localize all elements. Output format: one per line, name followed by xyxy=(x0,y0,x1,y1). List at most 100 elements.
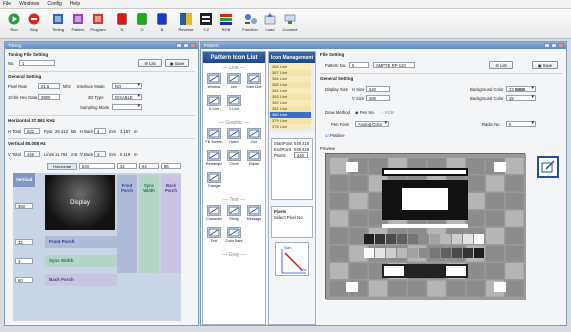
toolbar-pattern-button[interactable]: Pattern xyxy=(68,12,88,32)
pattern-icon-circle[interactable] xyxy=(227,150,241,161)
preview-gray-step xyxy=(408,248,418,258)
pattern-list-button[interactable]: ☰ List xyxy=(489,61,513,69)
toolbar-g-button[interactable]: G xyxy=(132,12,152,32)
pattern-icon-string[interactable] xyxy=(227,205,241,216)
pattern-icon-fill-screen[interactable] xyxy=(207,128,221,139)
minimize-button[interactable] xyxy=(544,43,550,48)
interlace-select[interactable]: NO xyxy=(112,83,142,89)
pattern-icon-dot[interactable] xyxy=(247,128,261,139)
draw-opt-pen[interactable]: ◉ Pen No xyxy=(355,110,374,115)
menu-help[interactable]: Help xyxy=(70,1,80,7)
toolbar-reverse-button[interactable]: Reverse xyxy=(176,12,196,32)
v-size-input[interactable]: 480 xyxy=(366,95,390,101)
edit-preview-button[interactable] xyxy=(537,156,559,178)
maximize-button[interactable] xyxy=(183,43,189,48)
diag-v-front-input[interactable]: 32 xyxy=(15,239,33,245)
toolbar-program-button[interactable]: Program xyxy=(88,12,108,32)
v-total-label: V Total xyxy=(8,152,21,157)
pattern-file-section: File Setting xyxy=(320,52,345,57)
pattern-no-input[interactable]: 5 xyxy=(349,62,369,68)
menu-config[interactable]: Config xyxy=(47,1,61,7)
timing-list-button[interactable]: ☰ List xyxy=(138,59,162,67)
stop-icon xyxy=(28,12,41,25)
diag-front-porch-col: Front Porch xyxy=(117,175,137,273)
diag-v-display-input[interactable]: 350 xyxy=(15,203,33,209)
timing-no-input[interactable]: 1 xyxy=(19,60,55,66)
timing-icon xyxy=(52,12,65,25)
close-button[interactable] xyxy=(558,43,564,48)
toolbar-rgb-button[interactable]: RGB xyxy=(216,12,236,32)
toolbar-connect-button[interactable]: Connect xyxy=(280,12,300,32)
pixel-rate-input[interactable]: 31.5 xyxy=(38,83,60,89)
positive-checkbox[interactable]: ☑ Positive xyxy=(325,133,345,138)
toolbar-function-button[interactable]: Function xyxy=(240,12,260,32)
draw-opt-rgb[interactable]: ○ RGB xyxy=(381,110,394,115)
pattern-icon-ellipse[interactable] xyxy=(247,150,261,161)
pattern-icon-list: Pattern Icon List — Line — Window Line Star… xyxy=(202,51,266,325)
pattern-icon-h-line[interactable] xyxy=(207,95,221,106)
diag-v-back-input[interactable]: 60 xyxy=(15,277,33,283)
close-button[interactable] xyxy=(190,43,196,48)
preview-cell xyxy=(349,193,368,209)
toolbar-timing-button[interactable]: Timing xyxy=(48,12,68,32)
pattern-icon-color-bars[interactable] xyxy=(227,227,241,238)
pattern-icon-text[interactable] xyxy=(207,227,221,238)
pattern-window-titlebar[interactable]: Pattern xyxy=(201,42,566,49)
menu-windows[interactable]: Windows xyxy=(19,1,39,7)
preview-gray-step xyxy=(452,234,462,244)
timing-save-button[interactable]: ▣ Save xyxy=(165,59,189,67)
pattern-icon-label: Fill Screen xyxy=(205,140,223,144)
toolbar-y-z-button[interactable]: Y-Z xyxy=(196,12,216,32)
bg-color2-select[interactable]: 15 xyxy=(506,95,536,101)
preview-gray-step xyxy=(419,248,429,258)
diag-h-display-input[interactable]: 640 xyxy=(79,163,115,169)
edit-icon xyxy=(541,160,555,173)
sampling-select[interactable] xyxy=(112,104,142,110)
preview-cell xyxy=(486,175,504,192)
preview-gray-step xyxy=(375,248,385,258)
toolbar-stop-button[interactable]: Stop xyxy=(24,12,44,32)
bitdata-input[interactable]: 3900 xyxy=(38,94,60,100)
menu-file[interactable]: File xyxy=(3,1,11,7)
pattern-icon-character[interactable] xyxy=(207,205,221,216)
pattern-name-input[interactable]: SMPTE RP-133 xyxy=(373,62,415,68)
toolbar-run-button[interactable]: Run xyxy=(4,12,24,32)
run-icon xyxy=(8,12,21,25)
toolbar-r-button[interactable]: R xyxy=(112,12,132,32)
pattern-icon-v-line[interactable] xyxy=(227,95,241,106)
preview-gray-step xyxy=(364,234,374,244)
pattern-icon-hatch[interactable] xyxy=(227,128,241,139)
toolbar-b-button[interactable]: B xyxy=(152,12,172,32)
pattern-icon-label: Window xyxy=(207,85,221,89)
pattern-save-button[interactable]: ▣ Save xyxy=(532,61,558,69)
icon-mgmt-list: 388 Line 387 Line 386 Line 385 Line 384 Line… xyxy=(269,63,315,133)
pen-form-select[interactable]: Analog Color xyxy=(355,121,389,127)
icon-mgmt-item[interactable]: 378 Line xyxy=(270,124,311,130)
preview-cell xyxy=(330,175,348,192)
v-back-input[interactable]: 3 xyxy=(94,151,106,157)
maximize-button[interactable] xyxy=(551,43,557,48)
pattern-icon-triangle[interactable] xyxy=(207,172,221,183)
points-input[interactable]: 440 xyxy=(294,152,308,158)
timing-window-titlebar[interactable]: Timing xyxy=(5,42,198,49)
minimize-button[interactable] xyxy=(176,43,182,48)
threed-select[interactable]: DISABLE xyxy=(112,94,142,100)
function-icon xyxy=(244,12,257,25)
diag-h-back-input[interactable]: 96 xyxy=(161,163,181,169)
radio-no-select[interactable]: 0 xyxy=(506,121,536,127)
h-size-input[interactable]: 640 xyxy=(366,86,390,92)
diag-v-sync-input[interactable]: 3 xyxy=(15,258,33,264)
h-fporch-value: 26.413 xyxy=(55,129,68,134)
pattern-icon-line[interactable] xyxy=(227,73,241,84)
toolbar-load-button[interactable]: Load xyxy=(260,12,280,32)
diag-h-front-input[interactable]: 32 xyxy=(117,163,137,169)
pattern-icon-start-line[interactable] xyxy=(247,73,261,84)
h-total-input[interactable]: 832 xyxy=(24,128,40,134)
bg-color-select[interactable]: 22 xyxy=(506,86,536,92)
diag-h-sync-input[interactable]: 64 xyxy=(139,163,159,169)
v-total-input[interactable]: 445 xyxy=(24,151,40,157)
h-back-input[interactable]: 4 xyxy=(94,128,106,134)
pattern-icon-message[interactable] xyxy=(247,205,261,216)
pattern-icon-window[interactable] xyxy=(207,73,221,84)
pattern-icon-rectangle[interactable] xyxy=(207,150,221,161)
